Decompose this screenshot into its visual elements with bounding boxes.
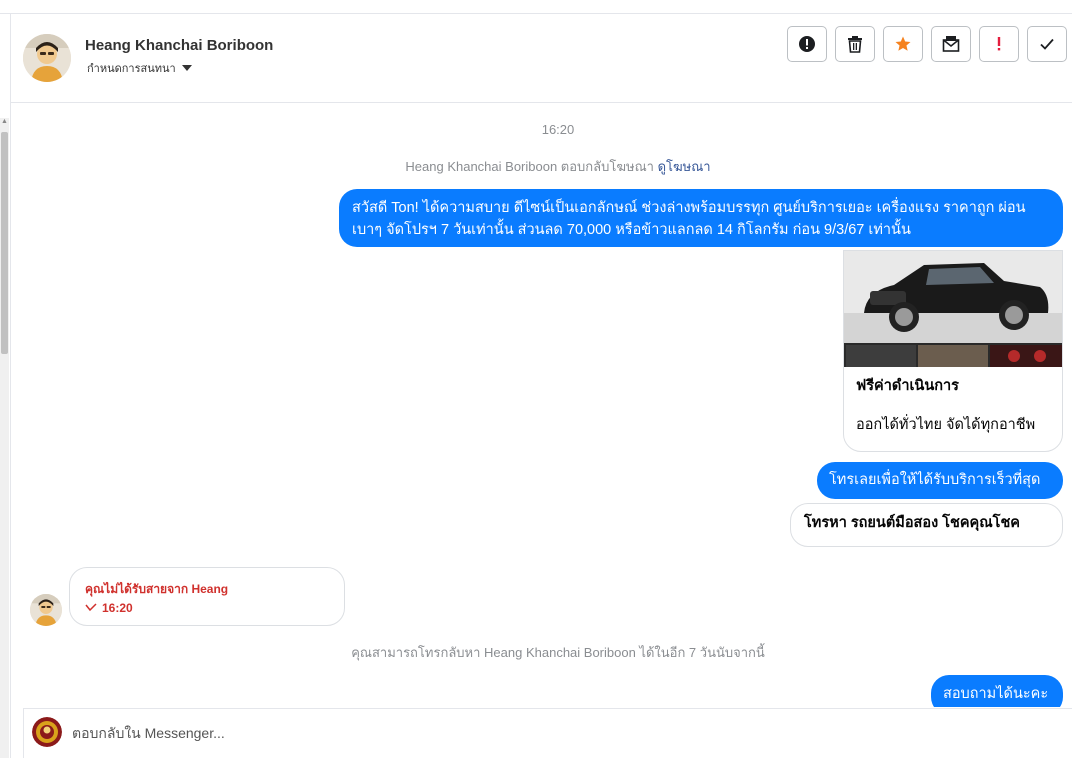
- done-button[interactable]: [1027, 26, 1067, 62]
- missed-call-bubble[interactable]: คุณไม่ได้รับสายจาก Heang 16:20: [69, 567, 345, 626]
- outgoing-message[interactable]: สวัสดี Ton! ได้ความสบาย ดีไซน์เป็นเอกลัก…: [339, 189, 1063, 247]
- call-button-bubble[interactable]: โทรหา รถยนต์มือสอง โชคคุณโชค: [790, 503, 1063, 547]
- scrollbar-up-arrow[interactable]: ▲: [1, 118, 8, 126]
- trash-icon: [848, 36, 862, 53]
- star-icon: [895, 36, 911, 51]
- callback-note: คุณสามารถโทรกลับหา Heang Khanchai Boribo…: [351, 645, 765, 660]
- scrollbar-thumb[interactable]: [1, 132, 8, 354]
- outgoing-message[interactable]: โทรเลยเพื่อให้ได้รับบริการเร็วที่สุด: [817, 462, 1063, 499]
- view-ad-link[interactable]: ดูโฆษณา: [658, 159, 711, 174]
- car-photo: [844, 251, 1062, 367]
- missed-call-time: 16:20: [85, 601, 133, 615]
- message-thread[interactable]: 16:20 Heang Khanchai Boriboon ตอบกลับโฆษ…: [11, 103, 1072, 707]
- info-exclamation-icon: [799, 36, 815, 52]
- ad-card[interactable]: ฟรีค่าดำเนินการ ออกได้ทั่วไทย จัดได้ทุกอ…: [843, 250, 1063, 452]
- outgoing-message[interactable]: สอบถามได้นะคะ: [931, 675, 1063, 707]
- thread-timestamp: 16:20: [541, 122, 575, 137]
- spam-button[interactable]: [979, 26, 1019, 62]
- reply-composer: [23, 708, 1072, 758]
- info-button[interactable]: [787, 26, 827, 62]
- missed-call-arrow-icon: [85, 603, 97, 612]
- caret-down-icon: [181, 65, 192, 71]
- page-avatar: [32, 717, 62, 747]
- top-strip: [0, 0, 1072, 14]
- contact-avatar-small[interactable]: [30, 594, 62, 626]
- reply-input[interactable]: [72, 716, 1052, 750]
- card-title: ฟรีค่าดำเนินการ: [856, 378, 959, 394]
- star-button[interactable]: [883, 26, 923, 62]
- mark-unread-icon: [942, 36, 960, 52]
- ad-reply-notice: Heang Khanchai Boriboon ตอบกลับโฆษณา ดูโ…: [11, 156, 1072, 177]
- missed-call-time-text: 16:20: [102, 601, 133, 615]
- checkmark-icon: [1040, 38, 1054, 50]
- missed-call-text: คุณไม่ได้รับสายจาก Heang: [85, 582, 229, 596]
- card-subtitle: ออกได้ทั่วไทย จัดได้ทุกอาชีพ: [856, 417, 1036, 433]
- conversation-settings-dropdown[interactable]: กำหนดการสนทนา: [87, 59, 192, 77]
- ad-reply-text: Heang Khanchai Boriboon ตอบกลับโฆษณา: [405, 159, 654, 174]
- delete-button[interactable]: [835, 26, 875, 62]
- contact-name[interactable]: Heang Khanchai Boriboon: [85, 37, 273, 54]
- spam-exclamation-icon: [997, 37, 1001, 51]
- conversation-toolbar: [787, 26, 1067, 62]
- conversation-settings-label: กำหนดการสนทนา: [87, 63, 176, 75]
- mark-unread-button[interactable]: [931, 26, 971, 62]
- contact-avatar[interactable]: [23, 34, 71, 82]
